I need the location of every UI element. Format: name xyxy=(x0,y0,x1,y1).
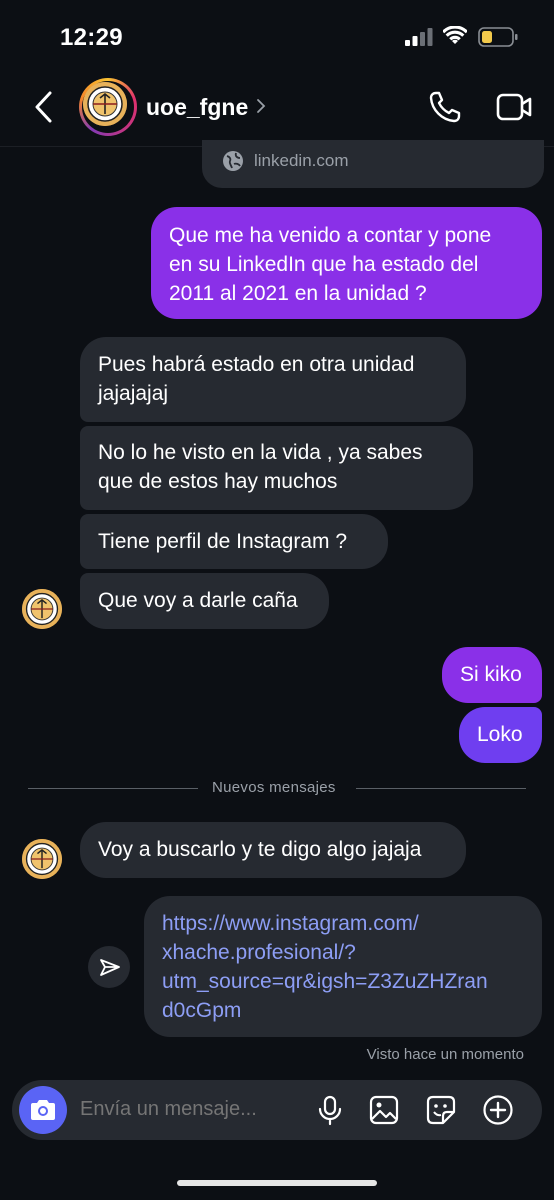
message-incoming[interactable]: Tiene perfil de Instagram ? xyxy=(80,514,388,569)
back-icon[interactable] xyxy=(32,90,56,124)
seen-status: Visto hace un momento xyxy=(366,1046,524,1063)
crest-logo-icon xyxy=(22,839,62,879)
chevron-right-icon[interactable] xyxy=(256,98,266,114)
sticker-icon[interactable] xyxy=(425,1094,457,1126)
message-input[interactable] xyxy=(80,1098,300,1121)
header-avatar[interactable] xyxy=(79,78,137,136)
divider-line-left xyxy=(28,788,198,789)
message-incoming[interactable]: Pues habrá estado en otra unidad jajajaj… xyxy=(80,337,466,422)
message-line: en su LinkedIn que ha estado del xyxy=(169,253,479,276)
wifi-icon xyxy=(443,26,467,44)
video-icon[interactable] xyxy=(496,92,532,122)
chat-username[interactable]: uoe_fgne xyxy=(146,94,248,121)
message-line: 2011 al 2021 en la unidad ? xyxy=(169,282,427,305)
divider-line-right xyxy=(356,788,526,789)
call-icon[interactable] xyxy=(428,90,462,124)
camera-icon xyxy=(31,1100,55,1120)
message-line: d0cGpm xyxy=(162,999,242,1022)
message-line: Pues habrá estado en otra unidad xyxy=(98,353,415,376)
sender-avatar[interactable] xyxy=(22,839,62,879)
message-line: Que me ha venido a contar y pone xyxy=(169,224,492,247)
camera-button[interactable] xyxy=(19,1086,67,1134)
mic-icon[interactable] xyxy=(314,1094,346,1126)
message-outgoing[interactable]: Si kiko xyxy=(442,647,542,703)
home-indicator[interactable] xyxy=(177,1180,377,1186)
message-outgoing[interactable]: Loko xyxy=(459,707,542,763)
message-link[interactable]: https://www.instagram.com/ xhache.profes… xyxy=(144,896,542,1037)
message-line: No lo he visto en la vida , ya sabes xyxy=(98,441,423,464)
crest-logo-icon xyxy=(22,589,62,629)
avatar xyxy=(83,82,127,126)
message-text: Que voy a darle caña xyxy=(98,589,298,612)
message-incoming[interactable]: Voy a buscarlo y te digo algo jajaja xyxy=(80,822,466,878)
message-line: utm_source=qr&igsh=Z3ZuZHZran xyxy=(162,970,488,993)
message-text: Voy a buscarlo y te digo algo jajaja xyxy=(98,838,422,861)
message-line: xhache.profesional/? xyxy=(162,941,356,964)
gallery-icon[interactable] xyxy=(368,1094,400,1126)
message-incoming[interactable]: No lo he visto en la vida , ya sabes que… xyxy=(80,426,473,510)
message-text: Loko xyxy=(477,723,523,746)
link-preview-domain[interactable]: linkedin.com xyxy=(254,151,349,171)
message-text: Tiene perfil de Instagram ? xyxy=(98,530,348,553)
message-text: Si kiko xyxy=(460,663,522,686)
crest-logo-icon xyxy=(83,82,127,126)
battery-icon xyxy=(478,27,518,47)
message-line: https://www.instagram.com/ xyxy=(162,912,419,935)
message-line: que de estos hay muchos xyxy=(98,470,338,493)
message-incoming[interactable]: Que voy a darle caña xyxy=(80,573,329,629)
share-icon[interactable] xyxy=(99,957,121,979)
new-messages-divider: Nuevos mensajes xyxy=(212,779,336,796)
globe-icon xyxy=(223,151,243,171)
message-line: jajajajaj xyxy=(98,382,169,405)
message-outgoing[interactable]: Que me ha venido a contar y pone en su L… xyxy=(151,207,542,319)
status-time: 12:29 xyxy=(60,24,123,51)
plus-icon[interactable] xyxy=(482,1094,514,1126)
sender-avatar[interactable] xyxy=(22,589,62,629)
signal-icon xyxy=(405,28,433,46)
